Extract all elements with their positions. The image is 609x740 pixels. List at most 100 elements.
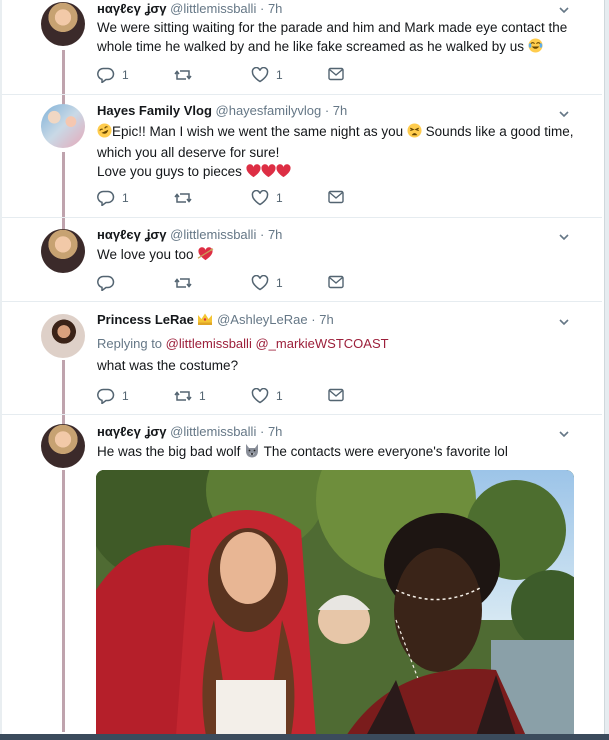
display-name[interactable]: Princess LeRae [97, 312, 194, 327]
avatar[interactable] [41, 2, 85, 46]
user-handle[interactable]: @AshleyLeRae [217, 312, 308, 327]
thread-line [62, 470, 65, 732]
tweet-divider [2, 217, 602, 218]
reply-count: 1 [122, 389, 129, 403]
tweet-header: Princess LeRae @AshleyLeRae · 7h [97, 312, 334, 329]
user-handle[interactable]: @littlemissballi [170, 424, 256, 439]
face-with-tears-of-joy-emoji-icon [528, 38, 543, 58]
tweet-text: He was the big bad wolf The contacts wer… [97, 442, 582, 463]
chevron-down-icon[interactable] [558, 231, 570, 243]
thread-line [62, 360, 65, 426]
like-count: 1 [276, 191, 283, 205]
like-button[interactable]: 1 [251, 190, 283, 206]
direct-message-button[interactable] [328, 190, 344, 204]
chevron-down-icon[interactable] [558, 428, 570, 440]
timestamp[interactable]: 7h [319, 312, 333, 327]
display-name[interactable]: ʜαγℓєγ ʝσγ [97, 227, 167, 242]
timestamp[interactable]: 7h [268, 1, 282, 16]
user-handle[interactable]: @littlemissballi [170, 1, 256, 16]
tweet-divider [2, 94, 602, 95]
tweet-actions: 1 [97, 275, 457, 295]
window-right-scroll-edge[interactable] [604, 0, 609, 740]
like-count: 1 [276, 276, 283, 290]
window-bottom-bar [0, 734, 609, 740]
timestamp[interactable]: 7h [268, 227, 282, 242]
tweet-text: We were sitting waiting for the parade a… [97, 18, 582, 58]
chevron-down-icon[interactable] [558, 108, 570, 120]
tweet-actions: 1 1 [97, 67, 457, 87]
direct-message-icon [328, 67, 344, 81]
window-left-edge [0, 0, 2, 740]
reply-icon [97, 67, 115, 83]
tweet-text: We love you too [97, 245, 582, 266]
separator: · [259, 227, 265, 242]
tweet-photo[interactable] [96, 470, 574, 736]
tweet-header: ʜαγℓєγ ʝσγ @littlemissballi · 7h [97, 424, 282, 439]
timestamp[interactable]: 7h [268, 424, 282, 439]
timestamp[interactable]: 7h [333, 103, 347, 118]
like-icon [251, 388, 269, 404]
replying-to-label: Replying to [97, 336, 163, 351]
reply-icon [97, 275, 115, 291]
red-heart-emoji-icon [246, 164, 261, 183]
costume-photo [96, 470, 574, 736]
direct-message-icon [328, 275, 344, 289]
retweet-icon [174, 70, 192, 80]
reply-button[interactable]: 1 [97, 190, 129, 206]
user-handle[interactable]: @hayesfamilyvlog [216, 103, 322, 118]
avatar[interactable] [41, 104, 85, 148]
tweet-actions: 1 1 [97, 190, 457, 210]
reply-count: 1 [122, 191, 129, 205]
reply-button[interactable] [97, 275, 122, 291]
tweet-text: what was the costume? [97, 358, 239, 373]
user-handle[interactable]: @littlemissballi [170, 227, 256, 242]
tweet-header: Hayes Family Vlog @hayesfamilyvlog · 7h [97, 103, 347, 118]
retweet-button[interactable] [174, 275, 199, 291]
like-count: 1 [276, 389, 283, 403]
avatar[interactable] [41, 229, 85, 273]
display-name[interactable]: ʜαγℓєγ ʝσγ [97, 1, 167, 16]
separator: · [324, 103, 330, 118]
retweet-icon [174, 193, 192, 203]
retweet-button[interactable] [174, 190, 199, 206]
like-count: 1 [276, 68, 283, 82]
direct-message-button[interactable] [328, 67, 344, 81]
chevron-down-icon[interactable] [558, 4, 570, 16]
retweet-button[interactable] [174, 67, 199, 83]
tweet-divider [2, 414, 602, 415]
thread-line [62, 152, 65, 232]
reply-button[interactable]: 1 [97, 388, 129, 404]
mention-link[interactable]: @littlemissballi [166, 336, 252, 351]
tweet-divider [2, 301, 602, 302]
tweet-header: ʜαγℓєγ ʝσγ @littlemissballi · 7h [97, 1, 282, 16]
reply-button[interactable]: 1 [97, 67, 129, 83]
avatar[interactable] [41, 424, 85, 468]
like-button[interactable]: 1 [251, 275, 283, 291]
retweet-button[interactable]: 1 [174, 388, 206, 404]
display-name[interactable]: Hayes Family Vlog [97, 103, 212, 118]
direct-message-icon [328, 388, 344, 402]
separator: · [311, 312, 316, 327]
like-icon [251, 190, 269, 206]
like-button[interactable]: 1 [251, 67, 283, 83]
thread-line [62, 50, 65, 110]
direct-message-button[interactable] [328, 388, 344, 402]
retweet-count: 1 [199, 389, 206, 403]
retweet-icon [174, 278, 192, 288]
reply-icon [97, 388, 115, 404]
reply-icon [97, 190, 115, 206]
avatar[interactable] [41, 314, 85, 358]
like-button[interactable]: 1 [251, 388, 283, 404]
red-heart-emoji-icon [276, 164, 291, 183]
direct-message-button[interactable] [328, 275, 344, 289]
chevron-down-icon[interactable] [558, 316, 570, 328]
mention-link[interactable]: @_markieWSTCOAST [255, 336, 388, 351]
replying-to: Replying to @littlemissballi @_markieWST… [97, 336, 389, 351]
display-name[interactable]: ʜαγℓєγ ʝσγ [97, 424, 167, 439]
separator: · [259, 1, 265, 16]
separator: · [259, 424, 265, 439]
direct-message-icon [328, 190, 344, 204]
tweet-actions: 1 1 1 [97, 388, 457, 408]
heart-with-arrow-emoji-icon [197, 246, 214, 266]
like-icon [251, 67, 269, 83]
